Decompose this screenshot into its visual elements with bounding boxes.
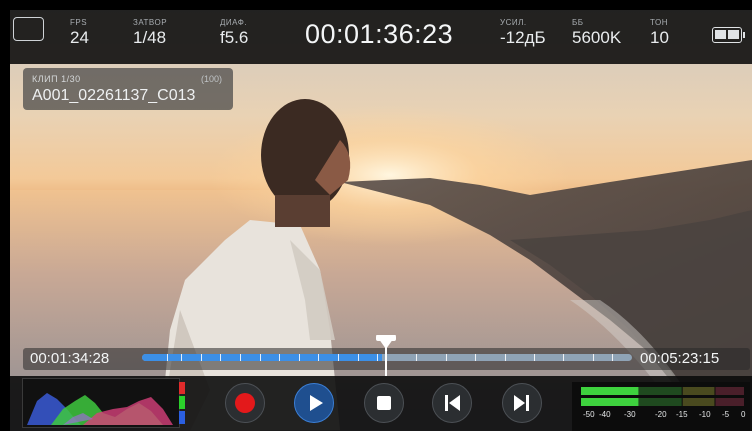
shutter-label: ЗАТВОР <box>133 18 168 27</box>
clip-marker <box>377 354 378 361</box>
clip-marker <box>505 354 506 361</box>
meter-level-channel-2 <box>581 398 639 406</box>
playhead-handle[interactable] <box>376 335 396 349</box>
white-balance-label: ББ <box>572 18 584 27</box>
clip-marker <box>201 354 202 361</box>
white-balance-setting[interactable]: ББ 5600K <box>572 18 621 47</box>
tint-setting[interactable]: ТОН 10 <box>650 18 669 47</box>
meter-scale-6: -5 <box>722 410 730 419</box>
skip-back-icon <box>445 395 460 411</box>
clip-marker <box>358 354 359 361</box>
meter-scale-1: -40 <box>599 410 611 419</box>
fps-setting[interactable]: FPS 24 <box>70 18 89 47</box>
rgb-indicator <box>179 382 185 424</box>
record-button[interactable] <box>225 383 265 423</box>
stop-icon <box>377 396 391 410</box>
clip-marker <box>563 354 564 361</box>
gain-label: УСИЛ. <box>500 18 527 27</box>
aperture-setting[interactable]: ДИАФ. f5.6 <box>220 18 248 47</box>
fps-label: FPS <box>70 18 88 27</box>
gain-value: -12дБ <box>500 28 546 47</box>
clip-marker <box>338 354 339 361</box>
play-button[interactable] <box>294 383 334 423</box>
clip-marker <box>260 354 261 361</box>
clip-marker <box>299 354 300 361</box>
clip-marker <box>416 354 417 361</box>
fps-value: 24 <box>70 28 89 47</box>
skip-back-button[interactable] <box>432 383 472 423</box>
clip-marker <box>181 354 182 361</box>
aperture-value: f5.6 <box>220 28 249 47</box>
meter-zone <box>715 398 744 406</box>
clip-name: A001_02261137_C013 <box>32 87 196 104</box>
shutter-setting[interactable]: ЗАТВОР 1/48 <box>133 18 167 47</box>
clip-marker <box>534 354 535 361</box>
scrub-progress <box>142 354 382 361</box>
stop-button[interactable] <box>364 383 404 423</box>
meter-scale-4: -15 <box>676 410 688 419</box>
meter-scale-0: -50 <box>583 410 595 419</box>
timecode-display[interactable]: 00:01:36:23 <box>305 19 453 50</box>
meter-scale-3: -20 <box>655 410 667 419</box>
clip-marker <box>318 354 319 361</box>
clip-marker <box>240 354 241 361</box>
duration-timecode: 00:05:23:15 <box>640 350 720 367</box>
clip-marker <box>167 354 168 361</box>
histogram-graph <box>27 393 173 425</box>
meter-scale-7: 0 <box>741 410 746 419</box>
clip-marker <box>446 354 447 361</box>
record-icon <box>235 393 255 413</box>
clip-marker <box>220 354 221 361</box>
frame-guides-icon[interactable] <box>13 17 44 41</box>
audio-meter-bars <box>581 387 744 406</box>
tint-value: 10 <box>650 28 669 47</box>
gain-setting[interactable]: УСИЛ. -12дБ <box>500 18 546 47</box>
meter-level-channel-1 <box>581 387 639 395</box>
meter-zone <box>715 387 744 395</box>
meter-zone <box>682 387 715 395</box>
aperture-label: ДИАФ. <box>220 18 248 27</box>
camera-monitor-screen: FPS 24 ЗАТВОР 1/48 ДИАФ. f5.6 00:01:36:2… <box>0 0 752 431</box>
histogram[interactable] <box>22 378 180 428</box>
clip-marker <box>593 354 594 361</box>
current-timecode: 00:01:34:28 <box>30 350 110 367</box>
meter-scale-2: -30 <box>624 410 636 419</box>
clip-marker <box>279 354 280 361</box>
clip-marker <box>612 354 613 361</box>
clip-marker <box>475 354 476 361</box>
clip-index: КЛИП 1/30 <box>32 74 81 84</box>
meter-zone <box>682 398 715 406</box>
clip-count: (100) <box>200 74 222 84</box>
skip-forward-icon <box>514 395 529 411</box>
clip-info-panel: КЛИП 1/30 (100) A001_02261137_C013 <box>23 68 233 110</box>
skip-forward-button[interactable] <box>502 383 542 423</box>
battery-icon <box>712 27 745 43</box>
shutter-value: 1/48 <box>133 28 167 47</box>
white-balance-value: 5600K <box>572 28 622 47</box>
play-icon <box>310 395 323 411</box>
tint-label: ТОН <box>650 18 669 27</box>
meter-scale-5: -10 <box>699 410 711 419</box>
